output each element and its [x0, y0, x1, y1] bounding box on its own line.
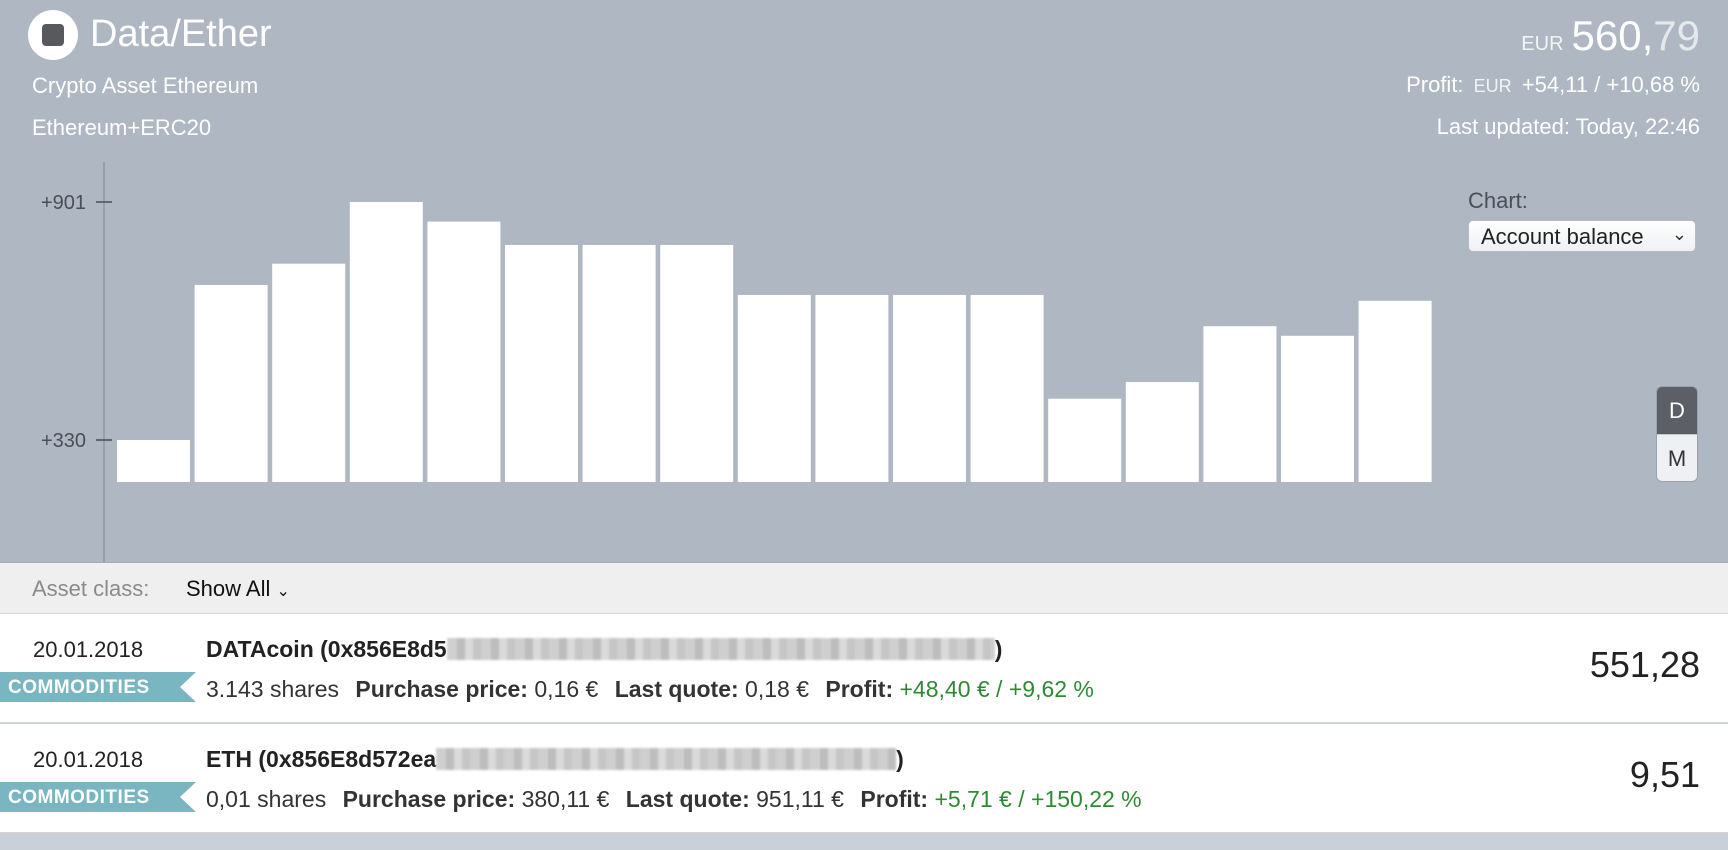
- profit-label: Profit:: [1406, 72, 1464, 97]
- purchase-value: 380,11 €: [521, 786, 610, 812]
- stop-icon[interactable]: [28, 10, 78, 60]
- chart-bar[interactable]: [349, 202, 423, 482]
- y-tick-label: +330: [41, 430, 86, 452]
- redacted-address: [436, 748, 897, 770]
- range-toggle: D M: [1656, 386, 1698, 482]
- balance-chart: +901 +330: [41, 162, 1432, 562]
- quote-label: Last quote:: [625, 786, 750, 812]
- balance-currency: EUR: [1521, 33, 1564, 55]
- asset-name-text: DATAcoin (0x856E8d5: [206, 636, 447, 662]
- asset-class-value: Show All: [186, 576, 271, 601]
- balance-integer: 560,: [1571, 12, 1654, 59]
- chart-bar[interactable]: [893, 294, 966, 482]
- purchase-label: Purchase price:: [342, 786, 516, 812]
- asset-class-dropdown[interactable]: Show All ⌄: [186, 576, 290, 602]
- asset-name-end: ): [994, 636, 1003, 662]
- chart-bar[interactable]: [1281, 335, 1354, 482]
- table-row[interactable]: 20.01.2018 DATAcoin (0x856E8d5) COMMODIT…: [0, 614, 1728, 723]
- row-details: 0,01 shares Purchase price: 380,11 € Las…: [206, 786, 1142, 813]
- row-shares: 3.143 shares: [206, 676, 339, 702]
- profit-value: +5,71 € / +150,22 %: [934, 786, 1142, 812]
- asset-name-end: ): [896, 746, 904, 772]
- chart-bar[interactable]: [1358, 300, 1432, 482]
- chart-bar[interactable]: [272, 263, 346, 482]
- account-type: Ethereum+ERC20: [32, 115, 212, 140]
- chart-bar[interactable]: [660, 244, 734, 482]
- chart-bar[interactable]: [1203, 326, 1277, 482]
- row-shares: 0,01 shares: [206, 786, 327, 812]
- quote-label: Last quote:: [614, 676, 739, 702]
- last-updated: Last updated: Today, 22:46: [1436, 114, 1700, 139]
- account-balance: EUR 560, 79: [1521, 12, 1700, 60]
- redacted-address: [446, 638, 995, 660]
- asset-class-label: Asset class:: [32, 576, 150, 601]
- row-amount: 9,51: [1629, 754, 1700, 795]
- row-asset-name: ETH (0x856E8d572ea): [206, 746, 904, 773]
- y-tick-label: +901: [41, 192, 86, 214]
- account-header: Data/Ether Crypto Asset Ethereum Ethereu…: [0, 0, 1728, 563]
- account-profit: Profit: EUR +54,11 / +10,68 %: [1406, 72, 1700, 98]
- asset-class-badge: COMMODITIES: [0, 782, 196, 812]
- chart-type-value: Account balance: [1481, 224, 1644, 249]
- profit-value: +54,11 / +10,68 %: [1521, 72, 1700, 97]
- profit-value: +48,40 € / +9,62 %: [899, 676, 1094, 702]
- row-date: 20.01.2018: [33, 637, 144, 662]
- chart-bar[interactable]: [582, 244, 656, 482]
- chart-type-select[interactable]: Account balance ⌄: [1468, 220, 1696, 252]
- table-row[interactable]: 20.01.2018 ETH (0x856E8d572ea) COMMODITI…: [0, 724, 1728, 833]
- chevron-down-icon: ⌄: [276, 583, 290, 600]
- account-subtitle: Crypto Asset Ethereum: [32, 73, 259, 98]
- quote-value: 0,18 €: [745, 676, 809, 702]
- chart-bar[interactable]: [427, 221, 501, 482]
- asset-class-filter: Asset class: Show All ⌄: [0, 563, 1728, 614]
- purchase-value: 0,16 €: [534, 676, 599, 702]
- chart-type-label: Chart:: [1468, 188, 1528, 213]
- chart-bar[interactable]: [815, 294, 889, 482]
- chart-bar[interactable]: [117, 440, 190, 482]
- account-title: Data/Ether: [90, 13, 272, 55]
- chart-bar[interactable]: [737, 294, 811, 482]
- row-amount: 551,28: [1589, 644, 1700, 685]
- chart-bar[interactable]: [1125, 382, 1199, 482]
- range-day-button[interactable]: D: [1657, 387, 1697, 434]
- chart-bar[interactable]: [194, 284, 268, 482]
- chart-bar[interactable]: [505, 244, 578, 482]
- row-asset-name: DATAcoin (0x856E8d5): [206, 636, 1002, 663]
- profit-label: Profit:: [860, 786, 929, 812]
- profit-label: Profit:: [825, 676, 894, 702]
- balance-decimals: 79: [1653, 12, 1700, 59]
- range-month-button[interactable]: M: [1657, 434, 1697, 481]
- profit-currency: EUR: [1473, 76, 1512, 96]
- stop-square: [42, 24, 64, 46]
- chart-bar[interactable]: [1048, 398, 1122, 482]
- chevron-down-icon: ⌄: [1671, 224, 1687, 244]
- quote-value: 951,11 €: [756, 786, 844, 812]
- purchase-label: Purchase price:: [355, 676, 528, 702]
- asset-class-badge: COMMODITIES: [0, 672, 196, 702]
- row-date: 20.01.2018: [33, 747, 144, 772]
- row-details: 3.143 shares Purchase price: 0,16 € Last…: [206, 676, 1094, 703]
- asset-name-text: ETH (0x856E8d572ea: [206, 746, 437, 772]
- chart-bar[interactable]: [970, 294, 1044, 482]
- footer-strip: [0, 833, 1728, 850]
